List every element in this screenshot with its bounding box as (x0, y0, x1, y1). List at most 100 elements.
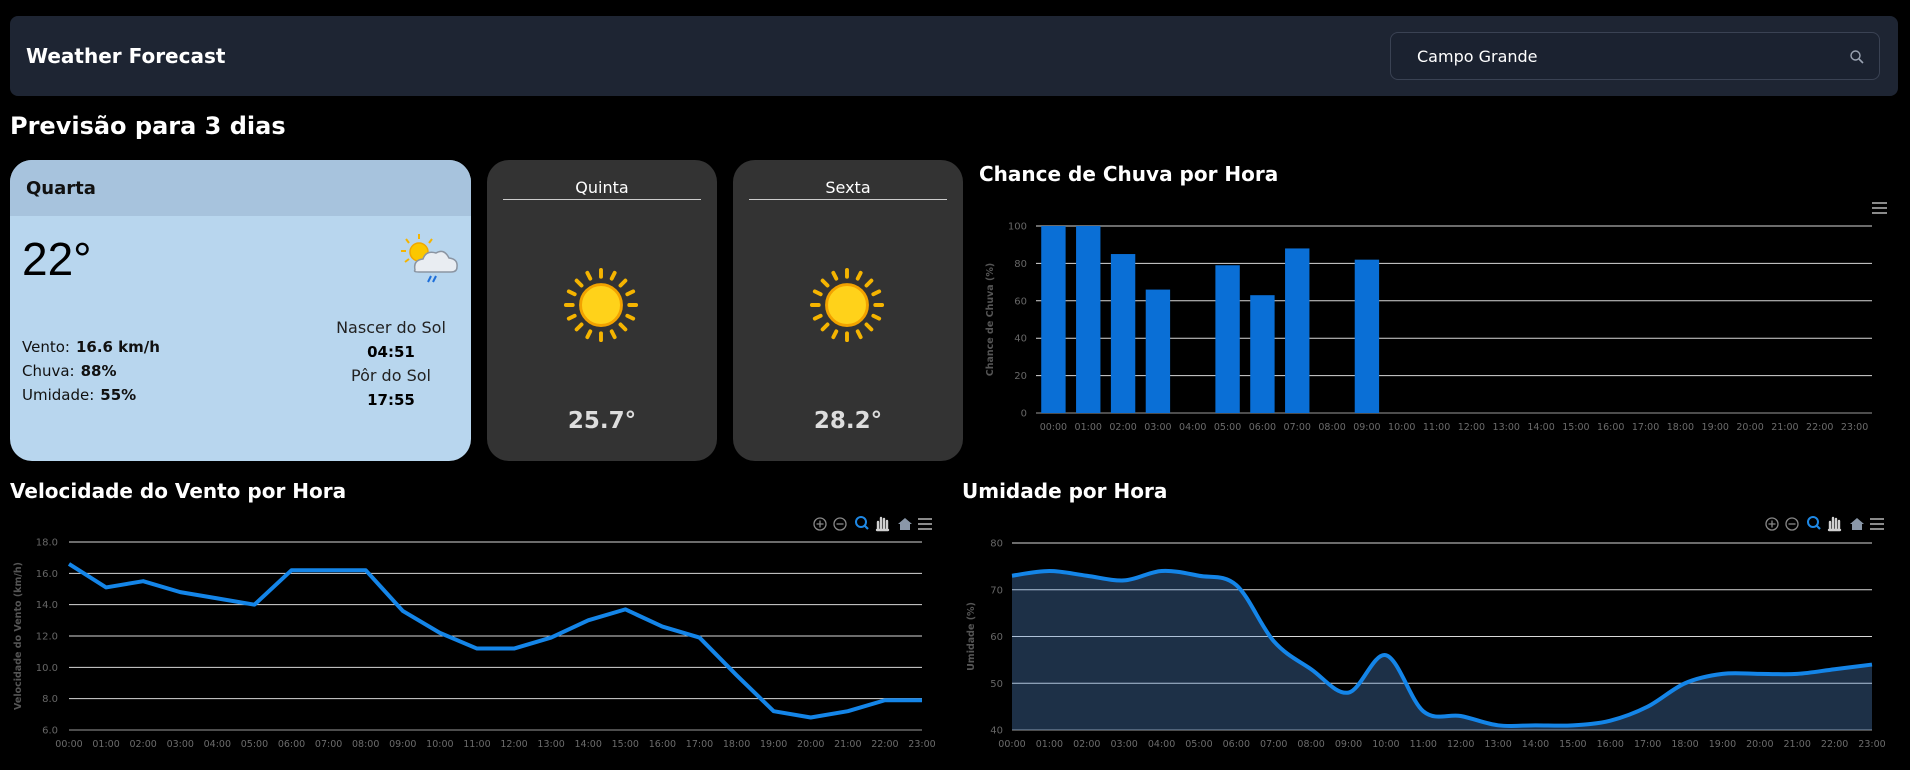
section-title: Previsão para 3 dias (10, 112, 286, 140)
rain-value: 88% (80, 362, 117, 380)
zoom-in-icon[interactable] (816, 520, 824, 528)
x-tick-label: 10:00 (426, 739, 453, 750)
x-tick-label: 10:00 (1388, 422, 1415, 433)
x-tick-label: 23:00 (1841, 422, 1868, 433)
x-tick-label: 14:00 (575, 739, 602, 750)
humidity-chart-title: Umidade por Hora (962, 479, 1168, 503)
y-tick-label: 6.0 (42, 726, 58, 737)
x-tick-label: 00:00 (998, 739, 1025, 750)
x-tick-label: 06:00 (278, 739, 305, 750)
x-tick-label: 09:00 (1353, 422, 1380, 433)
selection-zoom-icon[interactable] (855, 516, 867, 528)
selection-zoom-icon[interactable] (1815, 524, 1821, 530)
humidity-value: 55% (100, 386, 137, 404)
bar (1076, 226, 1101, 413)
selection-zoom-icon[interactable] (1807, 516, 1819, 528)
x-tick-label: 15:00 (1559, 739, 1586, 750)
x-tick-label: 15:00 (612, 739, 639, 750)
x-tick-label: 16:00 (1597, 739, 1624, 750)
sunset-label: Pôr do Sol (351, 366, 431, 385)
x-tick-label: 09:00 (1335, 739, 1362, 750)
y-tick-label: 18.0 (36, 538, 58, 549)
y-tick-label: 60 (990, 632, 1003, 643)
search-icon[interactable] (1849, 49, 1865, 65)
series-line (1011, 568, 1873, 729)
y-axis-label: Velocidade do Vento (km/h) (13, 562, 24, 710)
y-tick-label: 12.0 (36, 632, 58, 643)
x-tick-label: 13:00 (1484, 739, 1511, 750)
x-tick-label: 18:00 (1667, 422, 1694, 433)
forecast-card: Quinta 25.7° (487, 160, 717, 461)
today-day-name: Quarta (26, 178, 96, 199)
x-tick-label: 15:00 (1562, 422, 1589, 433)
zoom-out-icon[interactable] (1785, 517, 1799, 531)
wind-chart-title: Velocidade do Vento por Hora (10, 479, 347, 503)
x-tick-label: 14:00 (1522, 739, 1549, 750)
series-line (67, 562, 922, 720)
y-tick-label: 50 (990, 679, 1003, 690)
x-tick-label: 19:00 (1709, 739, 1736, 750)
rain-stat: Chuva: 88% (22, 362, 117, 380)
x-tick-label: 01:00 (1075, 422, 1102, 433)
x-tick-label: 03:00 (1144, 422, 1171, 433)
y-tick-label: 14.0 (36, 600, 58, 611)
rain-label: Chuva: (22, 362, 75, 380)
bar (1285, 248, 1310, 413)
x-tick-label: 16:00 (1597, 422, 1624, 433)
bar (1215, 265, 1240, 413)
x-tick-label: 12:00 (1458, 422, 1485, 433)
app-header: Weather Forecast Campo Grande (10, 16, 1898, 96)
today-temperature: 22° (22, 233, 92, 285)
y-tick-label: 8.0 (42, 694, 58, 705)
zoom-in-icon[interactable] (813, 517, 827, 531)
y-tick-label: 16.0 (36, 569, 58, 580)
x-tick-label: 11:00 (463, 739, 490, 750)
pan-icon[interactable] (875, 516, 890, 532)
home-icon[interactable] (898, 518, 912, 530)
x-tick-label: 18:00 (723, 739, 750, 750)
bar (1250, 295, 1275, 413)
forecast-temperature: 28.2° (813, 408, 883, 434)
x-tick-label: 17:00 (686, 739, 713, 750)
x-tick-label: 03:00 (167, 739, 194, 750)
y-axis-label: Umidade (%) (966, 602, 977, 671)
sunset-value: 17:55 (367, 391, 415, 409)
x-tick-label: 02:00 (1109, 422, 1136, 433)
x-tick-label: 04:00 (204, 739, 231, 750)
zoom-in-icon[interactable] (1765, 517, 1779, 531)
x-tick-label: 13:00 (537, 739, 564, 750)
y-tick-label: 40 (990, 726, 1003, 737)
y-tick-label: 100 (1008, 222, 1027, 233)
pan-icon[interactable] (1827, 516, 1842, 532)
x-tick-label: 17:00 (1634, 739, 1661, 750)
search-value[interactable]: Campo Grande (1417, 47, 1538, 66)
forecast-day: Quinta (503, 178, 701, 200)
x-tick-label: 16:00 (649, 739, 676, 750)
x-tick-label: 23:00 (908, 739, 935, 750)
selection-zoom-icon[interactable] (863, 524, 869, 530)
x-tick-label: 05:00 (241, 739, 268, 750)
zoom-in-icon[interactable] (1768, 520, 1776, 528)
y-axis-label: Chance de Chuva (%) (985, 263, 996, 376)
y-tick-label: 70 (990, 585, 1003, 596)
sun-icon (563, 267, 639, 343)
search-input[interactable]: Campo Grande (1390, 32, 1880, 80)
x-tick-label: 03:00 (1110, 739, 1137, 750)
x-tick-label: 12:00 (500, 739, 527, 750)
x-tick-label: 02:00 (1073, 739, 1100, 750)
humidity-stat: Umidade: 55% (22, 386, 136, 404)
home-icon[interactable] (1850, 518, 1864, 530)
sunrise-value: 04:51 (367, 343, 415, 361)
humidity-label: Umidade: (22, 386, 95, 404)
x-tick-label: 11:00 (1423, 422, 1450, 433)
wind-label: Vento: (22, 338, 70, 356)
x-tick-label: 13:00 (1493, 422, 1520, 433)
wind-stat: Vento: 16.6 km/h (22, 338, 160, 356)
x-tick-label: 14:00 (1527, 422, 1554, 433)
x-tick-label: 21:00 (834, 739, 861, 750)
x-tick-label: 00:00 (1040, 422, 1067, 433)
zoom-out-icon[interactable] (833, 517, 847, 531)
app-title: Weather Forecast (26, 44, 226, 68)
x-tick-label: 19:00 (760, 739, 787, 750)
today-card: Quarta 22° Vento: 16.6 km/h Chuva: 88% Umi… (10, 160, 471, 461)
